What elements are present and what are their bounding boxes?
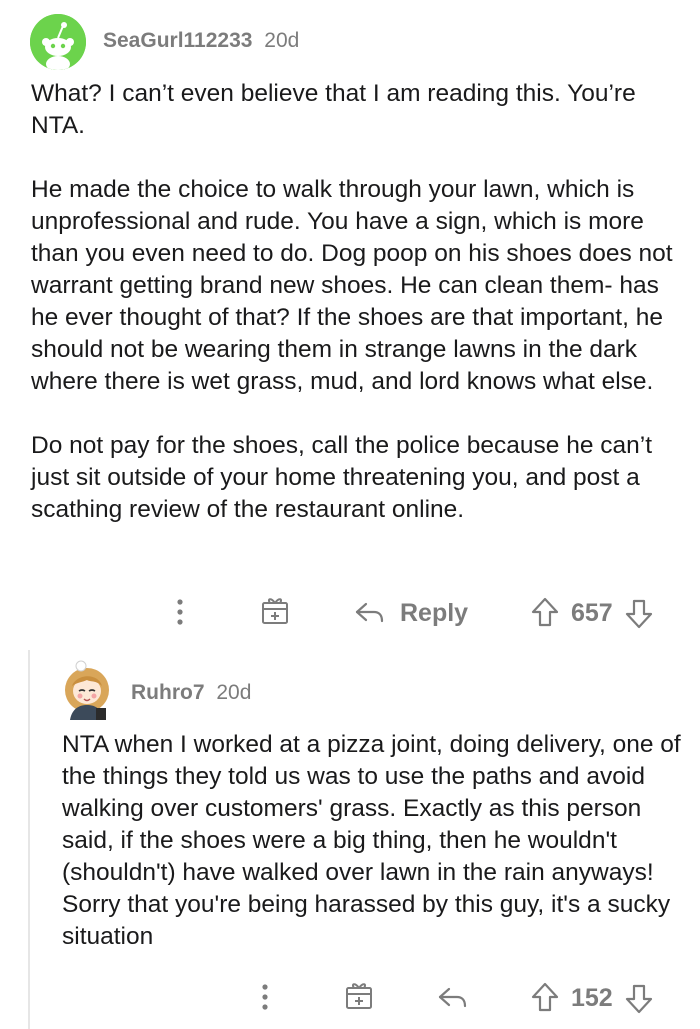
more-icon	[262, 984, 268, 1010]
timestamp: 20d	[264, 29, 300, 52]
reply-label: Reply	[400, 598, 469, 627]
vote-controls: 152	[529, 978, 655, 1018]
reply-button[interactable]: Reply	[352, 593, 468, 633]
reply-icon	[355, 602, 384, 623]
username[interactable]: Ruhro7	[131, 681, 205, 704]
upvote-icon[interactable]	[529, 978, 561, 1018]
timestamp: 20d	[216, 681, 252, 704]
comment-paragraph: Do not pay for the shoes, call the polic…	[31, 432, 653, 523]
downvote-icon[interactable]	[623, 978, 655, 1018]
comment-paragraph: What? I can’t even believe that I am rea…	[31, 80, 636, 139]
avatar[interactable]	[30, 14, 86, 70]
username[interactable]: SeaGurl112233	[103, 29, 252, 52]
comment-actions: Reply 657	[0, 593, 700, 633]
vote-controls: 657	[529, 593, 655, 633]
downvote-icon[interactable]	[623, 593, 655, 633]
thread-line[interactable]	[28, 650, 30, 1029]
reply-icon	[438, 987, 467, 1008]
more-icon	[177, 599, 183, 625]
comment-body: What? I can’t even believe that I am rea…	[31, 78, 681, 526]
award-button[interactable]	[342, 978, 376, 1018]
comment-actions: 152	[0, 978, 700, 1018]
award-icon	[262, 598, 288, 624]
vote-count: 657	[571, 598, 613, 627]
upvote-icon[interactable]	[529, 593, 561, 633]
comment-paragraph: He made the choice to walk through your …	[31, 176, 673, 395]
comment-author-row: SeaGurl112233 20d	[103, 27, 299, 55]
snoo-avatar-icon	[30, 14, 86, 70]
comment-body: NTA when I worked at a pizza joint, doin…	[62, 731, 681, 950]
avatar[interactable]	[60, 660, 116, 720]
award-button[interactable]	[258, 593, 292, 633]
reply-button[interactable]	[435, 978, 469, 1018]
more-options-button[interactable]	[253, 978, 277, 1018]
anime-girl-avatar-icon	[65, 660, 109, 720]
vote-count: 152	[571, 983, 613, 1012]
more-options-button[interactable]	[168, 593, 192, 633]
award-icon	[346, 983, 372, 1009]
comment-author-row: Ruhro7 20d	[131, 679, 251, 707]
